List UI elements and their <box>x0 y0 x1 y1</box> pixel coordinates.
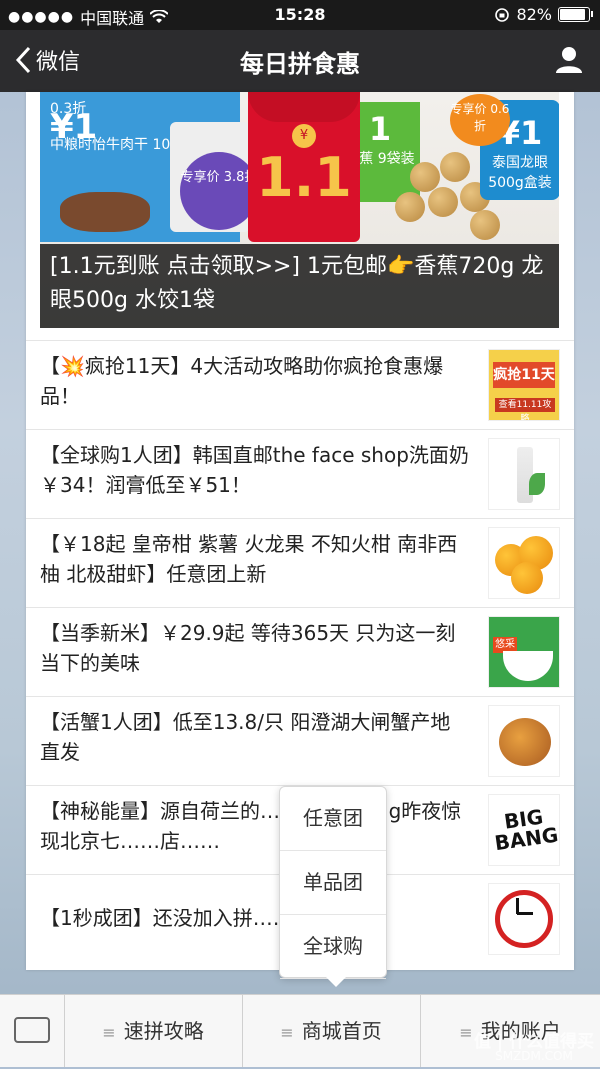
banner-image[interactable]: 0.3折 ¥1 中粮时怡牛肉干 100g袋装 专享价 3.8折 1 甜蕉 9袋装… <box>40 92 559 328</box>
menu-icon: ≡ <box>102 1023 116 1042</box>
menu-icon: ≡ <box>280 1023 294 1042</box>
list-item-thumbnail: 疯抢11天 查看11.11攻略 <box>488 349 560 421</box>
clock-icon <box>495 890 553 948</box>
list-item-thumbnail: 悠采 <box>488 616 560 688</box>
list-item[interactable]: 【活蟹1人团】低至13.8/只 阳澄湖大闸蟹产地直发 <box>26 696 574 785</box>
watermark-line1: 值 | 什么值得买 <box>473 1032 594 1052</box>
beef-jerky-image <box>60 192 150 232</box>
submenu-item-singlegroup[interactable]: 单品团 <box>280 851 386 915</box>
status-bar: ●●●●● 中国联通 15:28 82% <box>0 0 600 30</box>
menu-button-guide[interactable]: ≡ 速拼攻略 <box>64 995 243 1067</box>
bigbang-logo: BIG BANG <box>493 804 560 856</box>
list-item[interactable]: 【￥18起 皇帝柑 紫薯 火龙果 不知火柑 南非西柚 北极甜虾】任意团上新 <box>26 518 574 607</box>
list-item[interactable]: 【当季新米】￥29.9起 等待365天 只为这一刻当下的美味 悠采 <box>26 607 574 696</box>
list-item-title: 【活蟹1人团】低至13.8/只 阳澄湖大闸蟹产地直发 <box>40 710 451 764</box>
red-envelope-icon: ¥ 1.1 <box>248 92 360 242</box>
bottom-menu-bar: ≡ 速拼攻略 ≡ 商城首页 ≡ 我的账户 值 | 什么值得买 SMZDM.COM <box>0 994 600 1067</box>
list-item[interactable]: 【全球购1人团】韩国直邮the face shop洗面奶￥34！润膏低至￥51！ <box>26 429 574 518</box>
keyboard-icon <box>14 1017 50 1043</box>
banner-caption: [1.1元到账 点击领取>>] 1元包邮👉香蕉720g 龙眼500g 水饺1袋 <box>40 244 559 328</box>
list-item-thumbnail <box>488 705 560 777</box>
battery-icon <box>558 7 593 22</box>
profile-icon[interactable] <box>554 44 584 74</box>
list-item-title: 【神秘能量】源自荷兰的……，bigbang昨夜惊现北京七……店…… <box>40 799 462 853</box>
watermark: 值 | 什么值得买 SMZDM.COM <box>473 1032 594 1064</box>
keyboard-toggle-button[interactable] <box>0 995 65 1067</box>
popup-arrow <box>326 977 346 987</box>
menu-label: 速拼攻略 <box>123 1019 204 1043</box>
rotation-lock-icon <box>495 7 510 22</box>
list-item-title: 【全球购1人团】韩国直邮the face shop洗面奶￥34！润膏低至￥51！ <box>40 443 469 497</box>
menu-label: 商城首页 <box>301 1019 382 1043</box>
list-item[interactable]: 【💥疯抢11天】4大活动攻略助你疯抢食惠爆品！ 疯抢11天 查看11.11攻略 <box>26 340 574 429</box>
menu-button-home[interactable]: ≡ 商城首页 <box>242 995 421 1067</box>
list-item-thumbnail <box>488 527 560 599</box>
page-title: 每日拼食惠 <box>240 50 360 78</box>
battery-group: 82% <box>494 5 593 24</box>
battery-percent: 82% <box>516 5 552 24</box>
list-item-title: 【1秒成团】还没加入拼……这里~ <box>40 906 350 930</box>
coin-icon: ¥ <box>292 124 316 148</box>
submenu-popup: 任意团 单品团 全球购 <box>279 786 387 987</box>
list-item-title: 【￥18起 皇帝柑 紫薯 火龙果 不知火柑 南非西柚 北极甜虾】任意团上新 <box>40 532 458 586</box>
list-item-thumbnail: BIG BANG <box>488 794 560 866</box>
thumb-sublabel: 查看11.11攻略 <box>495 398 555 420</box>
banner-exclusive-badge: 专享价 3.8折 <box>180 152 258 230</box>
submenu-item-globalbuy[interactable]: 全球购 <box>280 915 386 979</box>
list-item-title: 【当季新米】￥29.9起 等待365天 只为这一刻当下的美味 <box>40 621 456 675</box>
banner-right-discount: 专享价 0.6折 <box>450 94 510 146</box>
submenu-item-anygroup[interactable]: 任意团 <box>280 787 386 851</box>
thumb-label: 疯抢11天 <box>493 362 555 388</box>
menu-icon: ≡ <box>459 1023 473 1042</box>
list-item-thumbnail <box>488 438 560 510</box>
list-item-thumbnail <box>488 883 560 955</box>
envelope-amount: 1.1 <box>256 146 352 209</box>
list-item-title: 【💥疯抢11天】4大活动攻略助你疯抢食惠爆品！ <box>40 354 444 408</box>
banner-right-product: 泰国龙眼 500g盒装 <box>488 155 552 191</box>
nav-bar: 微信 每日拼食惠 <box>0 30 600 92</box>
